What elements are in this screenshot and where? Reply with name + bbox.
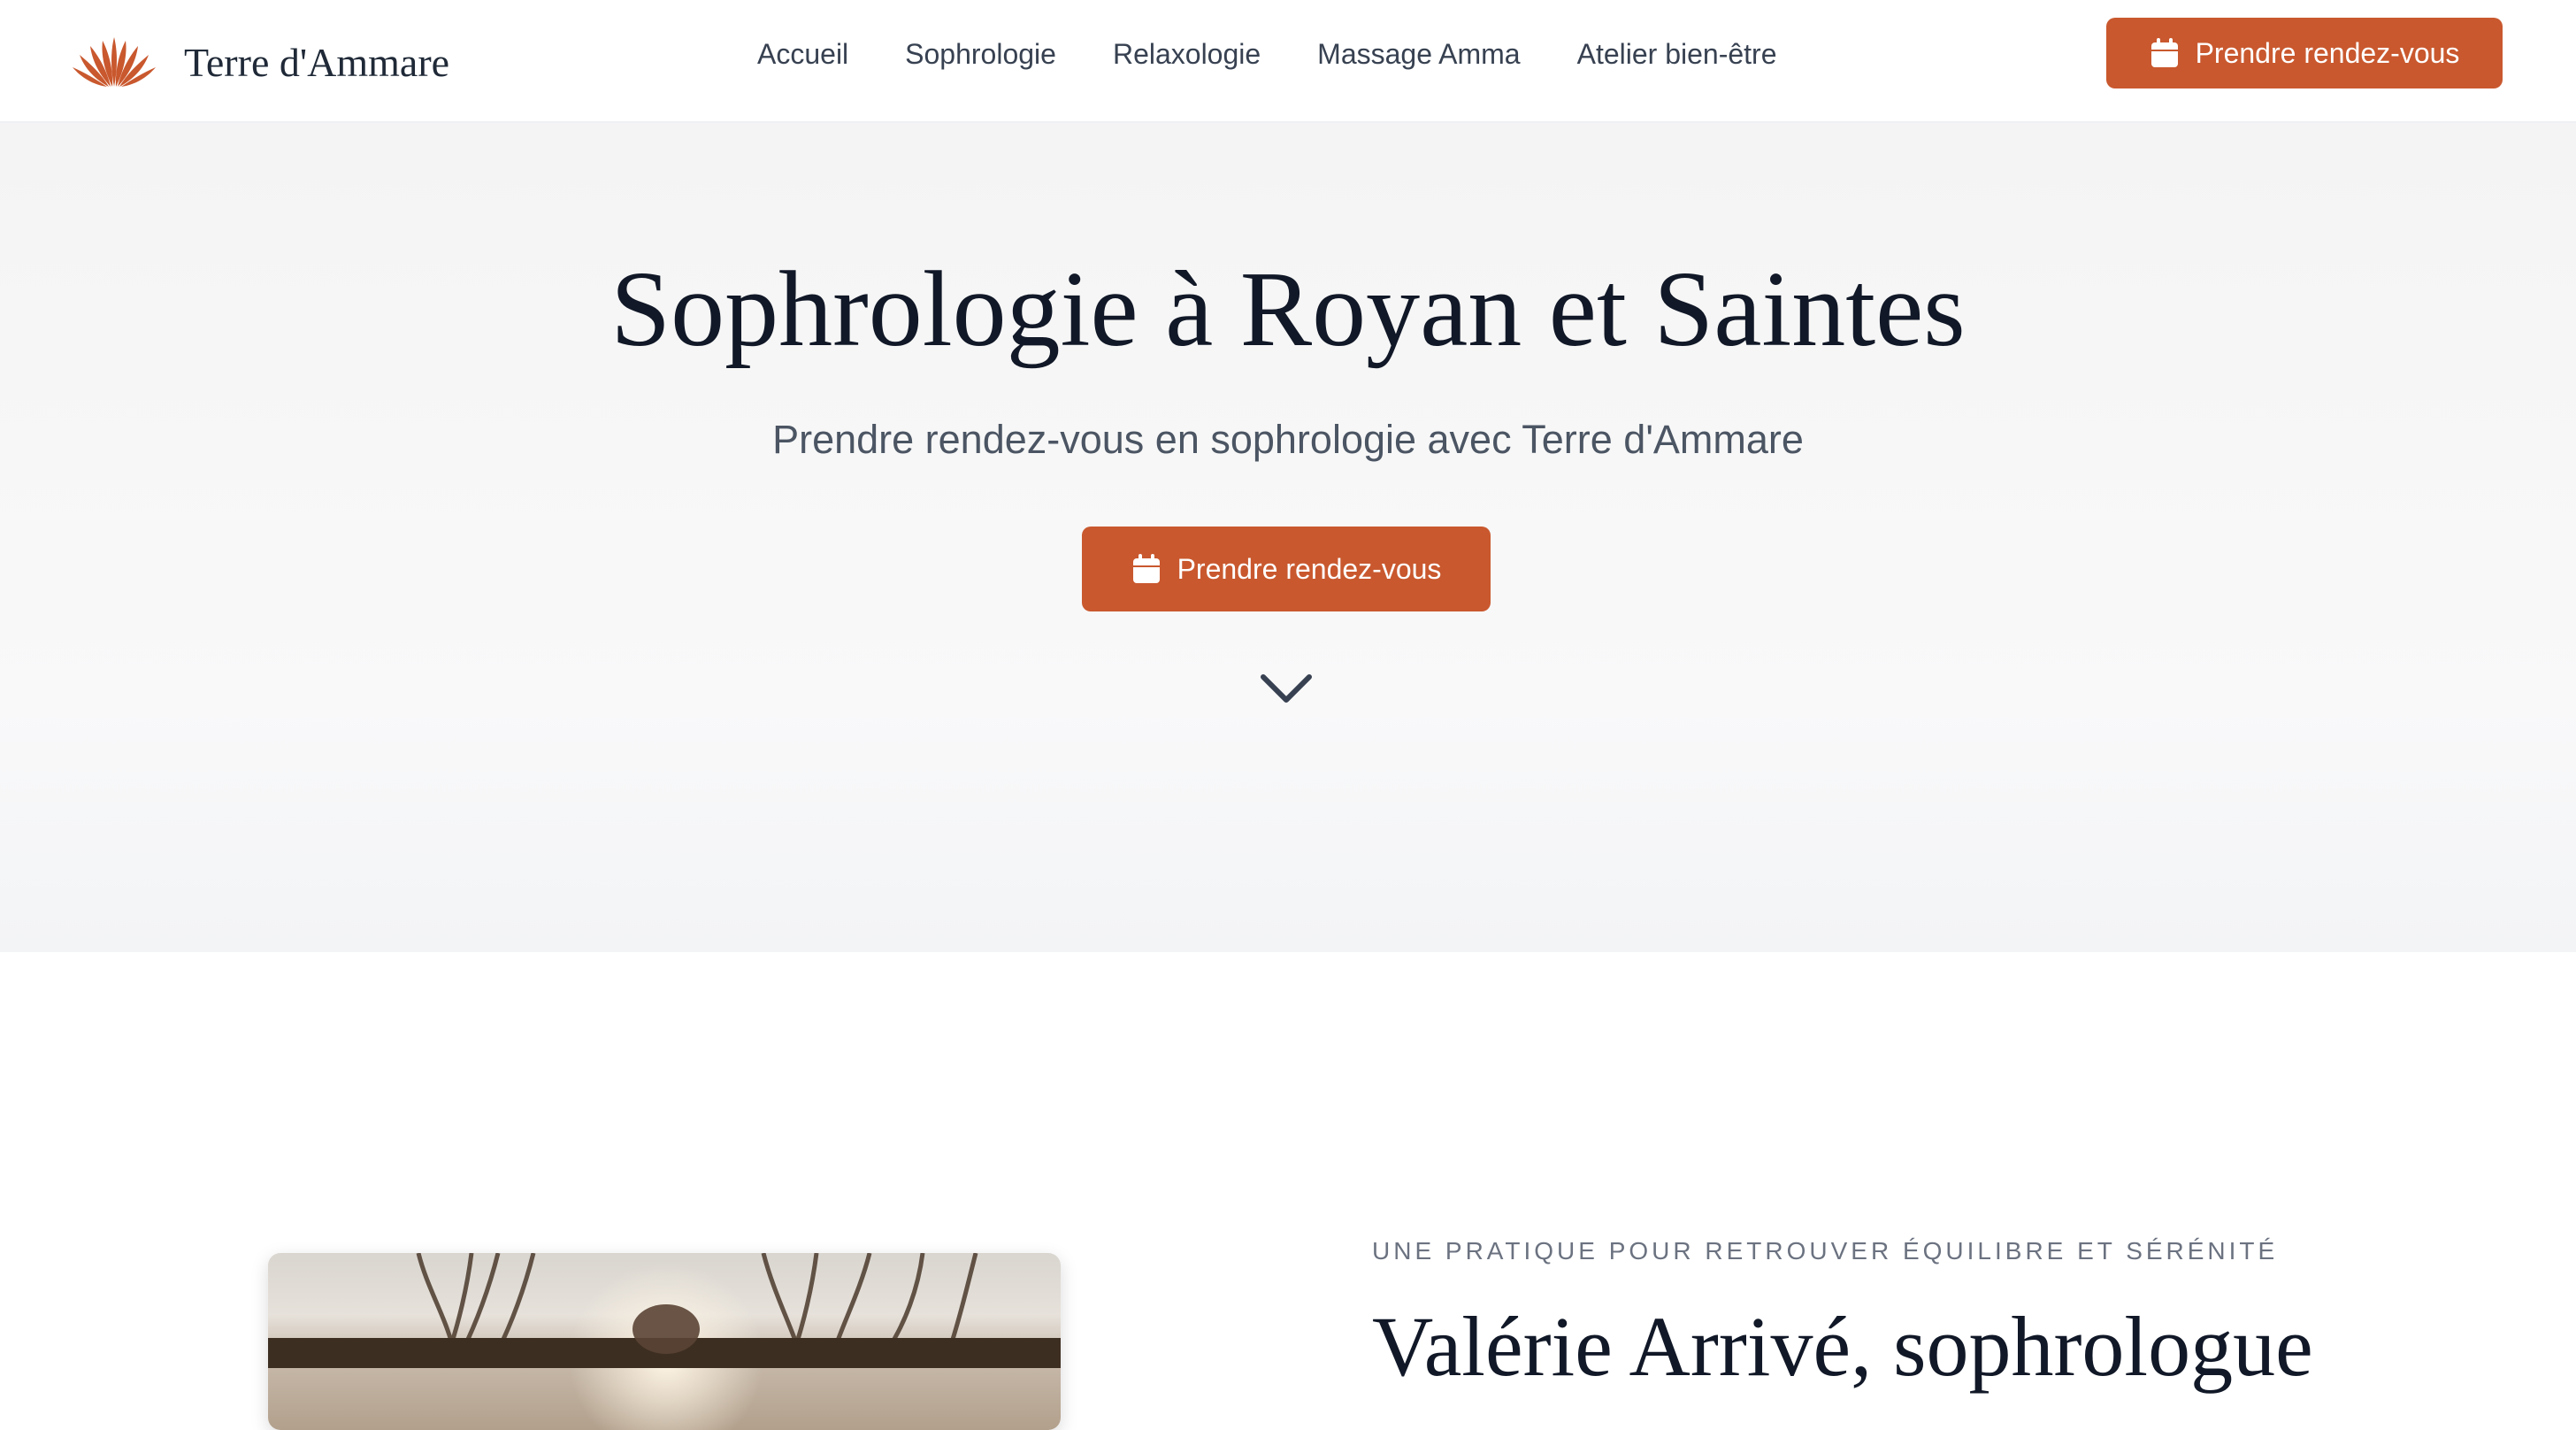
- hero-section: Sophrologie à Royan et Saintes Prendre r…: [0, 123, 2576, 952]
- chevron-down-icon[interactable]: [1260, 673, 1313, 705]
- nav-item-atelier[interactable]: Atelier bien-être: [1577, 38, 1777, 71]
- calendar-icon: [2150, 38, 2178, 67]
- nav-item-massage-amma[interactable]: Massage Amma: [1317, 38, 1520, 71]
- about-title: Valérie Arrivé, sophrologue: [1372, 1299, 2313, 1394]
- nav-item-relaxologie[interactable]: Relaxologie: [1113, 38, 1261, 71]
- lotus-icon: [73, 37, 156, 87]
- hero-title: Sophrologie à Royan et Saintes: [610, 250, 1966, 369]
- hero-appointment-button[interactable]: Prendre rendez-vous: [1082, 527, 1491, 611]
- brand[interactable]: Terre d'Ammare: [69, 25, 449, 99]
- about-section: UNE PRATIQUE POUR RETROUVER ÉQUILIBRE ET…: [0, 952, 2576, 1430]
- header-appointment-button[interactable]: Prendre rendez-vous: [2106, 18, 2503, 88]
- practitioner-photo: [268, 1253, 1061, 1430]
- nav-item-sophrologie[interactable]: Sophrologie: [905, 38, 1056, 71]
- calendar-icon: [1132, 554, 1160, 583]
- hero-subtitle: Prendre rendez-vous en sophrologie avec …: [772, 417, 1804, 462]
- header-appointment-label: Prendre rendez-vous: [2195, 36, 2460, 69]
- brand-name: Terre d'Ammare: [184, 39, 450, 85]
- hero-appointment-label: Prendre rendez-vous: [1177, 552, 1442, 585]
- main-nav: Accueil Sophrologie Relaxologie Massage …: [757, 32, 1776, 76]
- about-eyebrow: UNE PRATIQUE POUR RETROUVER ÉQUILIBRE ET…: [1372, 1237, 2279, 1265]
- site-header: Terre d'Ammare Accueil Sophrologie Relax…: [0, 0, 2576, 123]
- nav-item-accueil[interactable]: Accueil: [757, 38, 848, 71]
- palm-sunset-photo: [268, 1253, 1061, 1430]
